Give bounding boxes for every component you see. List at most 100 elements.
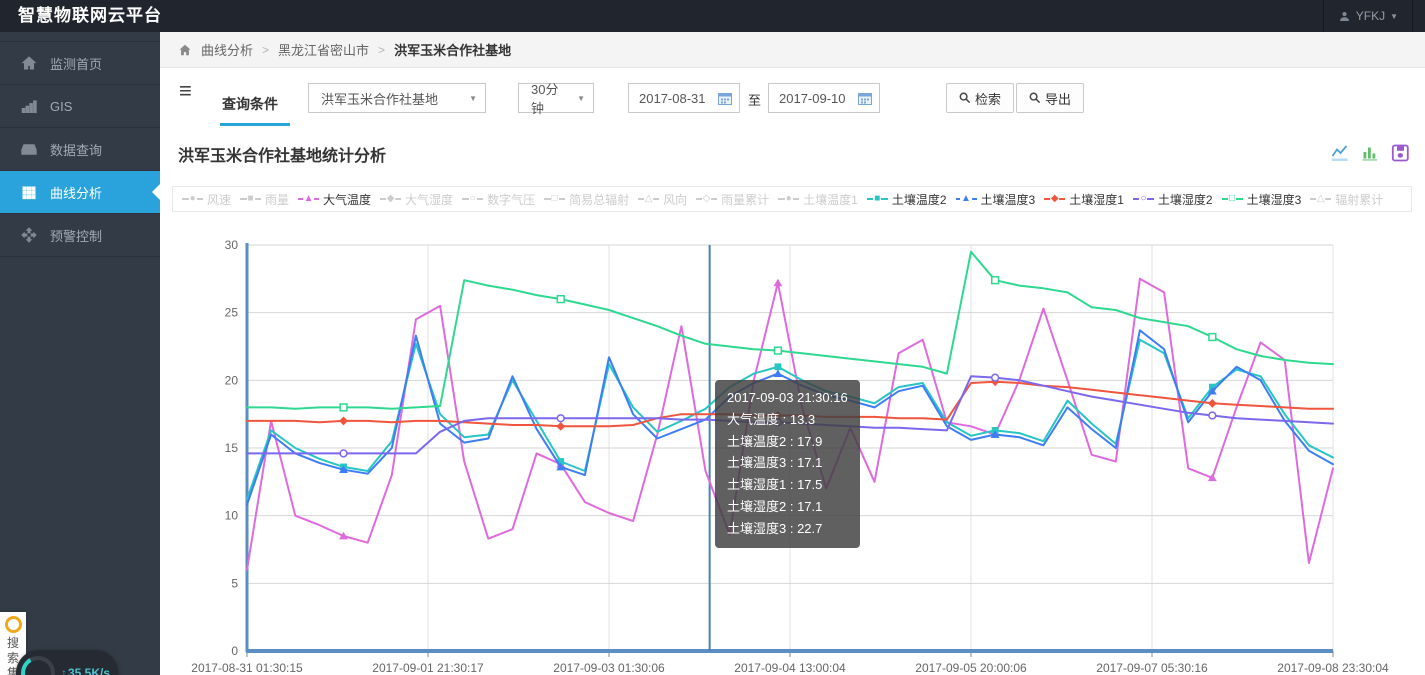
legend-marker-icon: □ [544, 194, 566, 204]
expand-icon [21, 227, 37, 243]
network-speed-widget[interactable]: ↑35.5K/s [16, 650, 118, 675]
x-axis-tick-label: 2017-09-05 20:00:06 [915, 661, 1027, 675]
chevron-down-icon: ▼ [577, 93, 585, 103]
grid-icon [21, 184, 37, 200]
page: 智慧物联网云平台 YFKJ ▼ 监测首页 GIS 数据查询 曲线分析 预警控制 曲线分析… [0, 0, 1425, 675]
user-menu[interactable]: YFKJ ▼ [1322, 0, 1413, 32]
sidebar-item-curve-analysis[interactable]: 曲线分析 [0, 171, 160, 214]
network-speed-text: ↑35.5K/s [61, 666, 110, 675]
y-axis-tick-label: 10 [225, 509, 239, 523]
save-image-icon[interactable] [1391, 144, 1410, 162]
legend-marker-icon: ◆ [1044, 194, 1066, 204]
y-axis-tick-label: 25 [225, 306, 239, 320]
date-to-input[interactable]: 2017-09-10 [768, 83, 880, 113]
home-icon [21, 55, 37, 71]
legend-item-7[interactable]: ◇ 雨量累计 [696, 191, 769, 208]
legend-item-11[interactable]: ◆ 土壤湿度1 [1044, 191, 1124, 208]
bar-chart-icon[interactable] [1361, 144, 1380, 162]
breadcrumb-item-city[interactable]: 黑龙江省密山市 [278, 40, 369, 59]
sidebar-item-label: 曲线分析 [50, 185, 103, 201]
upload-arrow-icon: ↑ [61, 666, 67, 675]
sidebar-item-gis[interactable]: GIS [0, 85, 160, 128]
legend-item-6[interactable]: △ 风向 [638, 191, 687, 208]
orange-ring-icon [4, 616, 22, 633]
chart-legend: ● 风速 ■ 雨量 ▲ 大气温度 ◆ 大气湿度 ○ 数字气压 □ 简易总辐射 △ 风向 ◇ 雨量累计 ● 土壤温度… [172, 186, 1412, 212]
legend-marker-icon: ○ [1132, 194, 1154, 204]
search-button-label: 检索 [975, 91, 1002, 107]
legend-label: 土壤湿度1 [1069, 192, 1124, 207]
legend-label: 土壤温度2 [891, 192, 947, 207]
legend-label: 大气温度 [323, 192, 372, 207]
legend-marker-icon: ■ [240, 194, 262, 204]
legend-item-5[interactable]: □ 简易总辐射 [544, 191, 629, 208]
line-chart-icon[interactable] [1331, 144, 1350, 162]
legend-marker-icon: ◆ [380, 194, 402, 204]
sidebar-item-label: 数据查询 [50, 142, 103, 158]
export-button[interactable]: 导出 [1016, 83, 1085, 113]
calendar-icon [718, 92, 732, 105]
sidebar-item-data-query[interactable]: 数据查询 [0, 128, 160, 171]
search-icon [1029, 92, 1041, 104]
legend-item-10[interactable]: ▲ 土壤温度3 [955, 191, 1036, 208]
signal-icon [21, 98, 37, 114]
interval-select-value: 30分钟 [531, 82, 559, 116]
legend-item-1[interactable]: ■ 雨量 [240, 191, 289, 208]
breadcrumb-separator: > [262, 42, 270, 57]
y-axis-tick-label: 30 [225, 238, 239, 252]
sidebar-item-alert-control[interactable]: 预警控制 [0, 214, 160, 257]
page-title: 洪军玉米合作社基地统计分析 [178, 148, 387, 165]
legend-item-13[interactable]: □ 土壤湿度3 [1221, 191, 1302, 208]
home-icon[interactable] [178, 43, 192, 57]
legend-label: 土壤温度1 [803, 192, 858, 207]
breadcrumb-item-curve-analysis[interactable]: 曲线分析 [201, 40, 253, 59]
x-axis-tick-label: 2017-09-07 05:30:16 [1096, 661, 1208, 675]
legend-item-9[interactable]: ■ 土壤温度2 [866, 191, 947, 208]
legend-label: 土壤温度3 [980, 192, 1036, 207]
date-range-to-label: 至 [748, 93, 762, 108]
app-header: 智慧物联网云平台 YFKJ ▼ [0, 0, 1425, 32]
date-from-input[interactable]: 2017-08-31 [628, 83, 740, 113]
y-axis-tick-label: 5 [231, 576, 238, 590]
chevron-down-icon: ▼ [469, 93, 477, 103]
tab-query-conditions[interactable]: 查询条件 [220, 94, 290, 126]
chart-area[interactable]: 2017-08-31 01:30:15 2017-09-01 21:30:17 20… [160, 225, 1425, 675]
export-button-label: 导出 [1045, 91, 1072, 107]
x-axis-tick-label: 2017-08-31 01:30:15 [191, 661, 303, 675]
legend-item-4[interactable]: ○ 数字气压 [462, 191, 535, 208]
x-axis-tick-label: 2017-09-08 23:30:04 [1277, 661, 1389, 675]
user-name: YFKJ [1355, 9, 1386, 23]
legend-label: 雨量累计 [721, 192, 770, 207]
chart-header: 洪军玉米合作社基地统计分析 [178, 142, 1410, 172]
legend-marker-icon: ▲ [298, 194, 320, 204]
legend-item-14[interactable]: △ 辐射累计 [1310, 191, 1383, 208]
date-to-value: 2017-09-10 [779, 90, 846, 106]
legend-item-0[interactable]: ● 风速 [182, 191, 231, 208]
interval-select[interactable]: 30分钟 ▼ [518, 82, 594, 116]
search-button[interactable]: 检索 [946, 83, 1015, 113]
legend-item-8[interactable]: ● 土壤温度1 [778, 191, 858, 208]
legend-marker-icon: △ [638, 194, 660, 204]
legend-marker-icon: △ [1310, 194, 1332, 204]
date-from-value: 2017-08-31 [639, 90, 706, 106]
network-speed-value: 35.5K/s [68, 666, 111, 675]
legend-item-12[interactable]: ○ 土壤湿度2 [1132, 191, 1213, 208]
legend-item-3[interactable]: ◆ 大气湿度 [380, 191, 453, 208]
sidebar-item-monitor-home[interactable]: 监测首页 [0, 42, 160, 85]
legend-label: 数字气压 [487, 192, 536, 207]
legend-label: 雨量 [265, 192, 290, 207]
legend-marker-icon: ▲ [955, 194, 977, 204]
sidebar-item-label: 预警控制 [50, 228, 103, 244]
y-axis-tick-label: 20 [225, 373, 239, 387]
legend-item-2[interactable]: ▲ 大气温度 [298, 191, 371, 208]
chart-canvas: 2017-08-31 01:30:15 2017-09-01 21:30:17 20… [191, 238, 1389, 675]
search-icon [959, 92, 971, 104]
breadcrumb-separator: > [378, 42, 386, 57]
y-axis-tick-label: 15 [225, 441, 239, 455]
site-select[interactable]: 洪军玉米合作社基地 ▼ [308, 83, 486, 113]
hamburger-icon[interactable]: ≡ [179, 78, 192, 104]
legend-marker-icon: ● [778, 194, 800, 204]
legend-label: 土壤湿度3 [1246, 192, 1302, 207]
x-axis-tick-label: 2017-09-03 01:30:06 [553, 661, 665, 675]
query-toolbar: ≡ 查询条件 洪军玉米合作社基地 ▼ 30分钟 ▼ 2017-08-31 至 2… [160, 68, 1425, 132]
legend-label: 土壤湿度2 [1157, 192, 1213, 207]
